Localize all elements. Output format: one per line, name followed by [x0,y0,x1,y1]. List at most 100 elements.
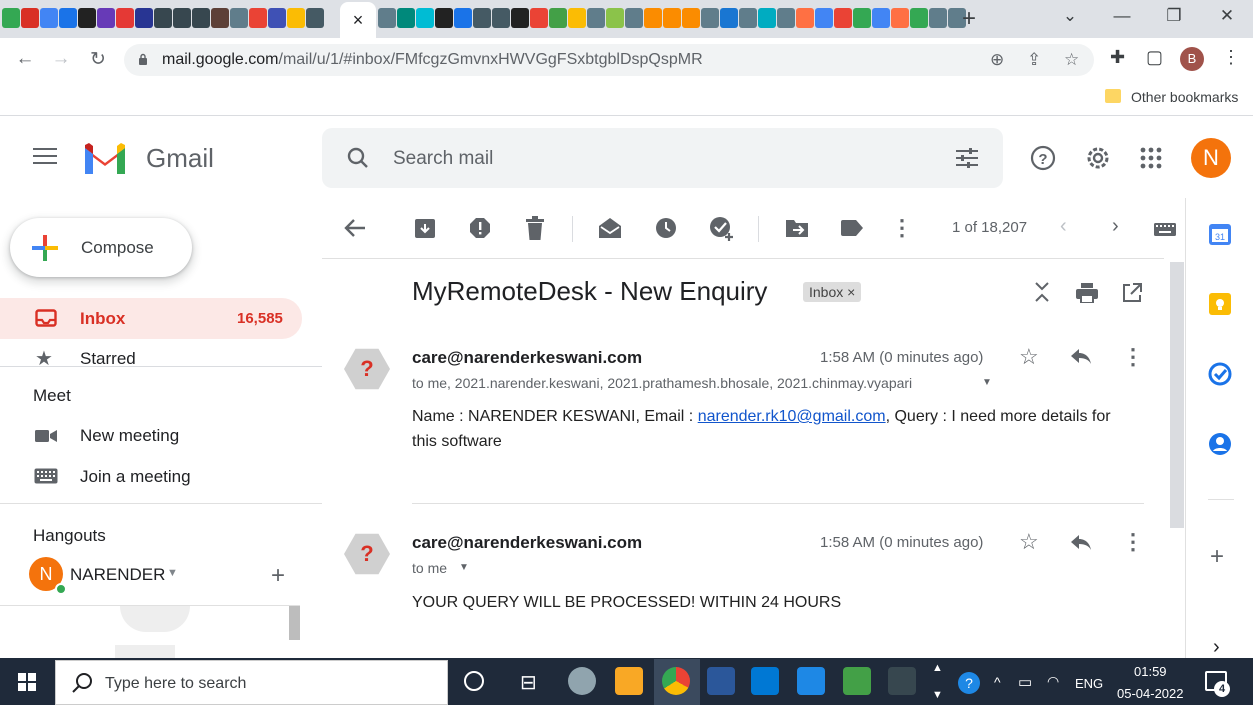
tab-favicon[interactable] [910,8,928,28]
tab-favicon[interactable] [644,8,662,28]
more-options-icon[interactable]: ⋮ [890,215,914,241]
extensions-icon[interactable]: ✚ [1110,47,1125,68]
join-meeting-link[interactable]: Join a meeting [80,467,191,487]
active-tab[interactable]: × [340,2,376,38]
taskbar-scroll-down-icon[interactable]: ▼ [932,689,943,701]
close-window-button[interactable]: ✕ [1207,6,1247,26]
browser-profile-avatar[interactable]: B [1180,47,1204,71]
star-toggle-icon[interactable]: ☆ [1019,529,1039,555]
star-toggle-icon[interactable]: ☆ [1019,344,1039,370]
other-bookmarks[interactable]: Other bookmarks [1131,89,1238,105]
forward-arrow-icon[interactable]: → [50,48,72,70]
inbox-label-chip[interactable]: Inbox × [803,282,862,302]
show-side-panel-chevron-icon[interactable]: › [1213,636,1220,659]
new-meeting-link[interactable]: New meeting [80,426,179,446]
share-icon[interactable]: ⇪ [1027,50,1041,70]
mysql-icon[interactable] [888,667,916,695]
file-explorer-icon[interactable] [615,667,643,695]
tab-favicon[interactable] [682,8,700,28]
url-text[interactable]: mail.google.com/mail/u/1/#inbox/FMfcgzGm… [162,51,703,69]
sidebar-scrollbar[interactable] [289,606,300,640]
tab-favicon[interactable] [287,8,305,28]
tab-favicon[interactable] [587,8,605,28]
tab-favicon[interactable] [249,8,267,28]
tab-favicon[interactable] [739,8,757,28]
collapse-all-icon[interactable] [1033,281,1051,303]
taskbar-app-icon[interactable] [843,667,871,695]
show-hidden-icons[interactable]: ^ [994,674,1001,690]
tab-favicon[interactable] [511,8,529,28]
tab-favicon[interactable] [663,8,681,28]
show-details-caret-icon[interactable]: ▼ [459,562,469,573]
word-icon[interactable] [707,667,735,695]
message-more-icon[interactable]: ⋮ [1122,344,1144,370]
taskbar-app-icon[interactable] [568,667,596,695]
tab-favicon[interactable] [378,8,396,28]
tab-favicon[interactable] [796,8,814,28]
tab-favicon[interactable] [21,8,39,28]
tab-favicon[interactable] [872,8,890,28]
tab-search-icon[interactable]: ⌄ [1050,6,1090,26]
cortana-icon[interactable] [464,671,484,691]
snooze-clock-icon[interactable] [655,217,677,239]
tab-favicon[interactable] [530,8,548,28]
tab-favicon[interactable] [40,8,58,28]
taskbar-search-input[interactable]: Type here to search [105,675,246,693]
mark-unread-icon[interactable] [598,217,622,239]
archive-icon[interactable] [414,217,436,239]
hangouts-user-name[interactable]: NARENDER [70,565,165,585]
tab-favicon[interactable] [230,8,248,28]
clock-date[interactable]: 05-04-2022 [1117,686,1184,701]
tab-favicon[interactable] [2,8,20,28]
tab-favicon[interactable] [135,8,153,28]
print-icon[interactable] [1076,283,1098,303]
tab-favicon[interactable] [834,8,852,28]
task-view-icon[interactable]: ⊟ [520,670,537,695]
wifi-icon[interactable]: ◠ [1047,673,1059,690]
tab-favicons-right[interactable] [378,8,966,28]
tab-favicon[interactable] [173,8,191,28]
tab-favicon[interactable] [454,8,472,28]
chrome-icon[interactable] [662,667,690,695]
taskbar-app-icon[interactable] [797,667,825,695]
reply-icon[interactable] [1070,348,1092,365]
email-link[interactable]: narender.rk10@gmail.com [698,408,886,425]
restore-button[interactable]: ❐ [1154,6,1194,26]
help-icon[interactable]: ? [1030,145,1056,171]
chrome-menu-icon[interactable]: ⋮ [1222,47,1240,68]
keep-icon[interactable] [1208,292,1232,316]
show-details-caret-icon[interactable]: ▼ [982,377,992,388]
pinned-tab-favicons[interactable] [2,8,324,28]
language-indicator[interactable]: ENG [1075,676,1103,691]
older-chevron-icon[interactable]: › [1112,215,1119,238]
back-to-inbox-icon[interactable] [344,218,366,238]
add-hangout-icon[interactable]: + [271,562,285,590]
newer-chevron-icon[interactable]: ‹ [1060,215,1067,238]
tab-favicon[interactable] [492,8,510,28]
thread-scrollbar[interactable] [1170,262,1184,528]
zoom-icon[interactable]: ⊕ [990,50,1004,70]
sidebar-item-inbox[interactable]: Inbox 16,585 [0,298,302,339]
account-avatar[interactable]: N [1191,138,1231,178]
tab-favicon[interactable] [268,8,286,28]
sender-avatar-unknown[interactable]: ? [344,533,390,575]
tab-favicon[interactable] [59,8,77,28]
tab-favicon[interactable] [568,8,586,28]
tab-favicon[interactable] [192,8,210,28]
message-more-icon[interactable]: ⋮ [1122,529,1144,555]
tab-favicon[interactable] [97,8,115,28]
search-icon[interactable] [346,146,370,170]
compose-button[interactable]: Compose [10,218,192,277]
tab-favicon[interactable] [211,8,229,28]
move-to-icon[interactable] [785,218,809,238]
tab-favicon[interactable] [397,8,415,28]
search-options-icon[interactable] [954,146,980,170]
tab-favicon[interactable] [853,8,871,28]
address-bar[interactable]: mail.google.com/mail/u/1/#inbox/FMfcgzGm… [124,44,1094,76]
new-tab-button[interactable]: + [962,7,976,31]
tab-favicon[interactable] [777,8,795,28]
search-input[interactable]: Search mail [393,148,493,170]
tab-favicon[interactable] [116,8,134,28]
tab-favicon[interactable] [625,8,643,28]
clock-time[interactable]: 01:59 [1134,664,1167,679]
